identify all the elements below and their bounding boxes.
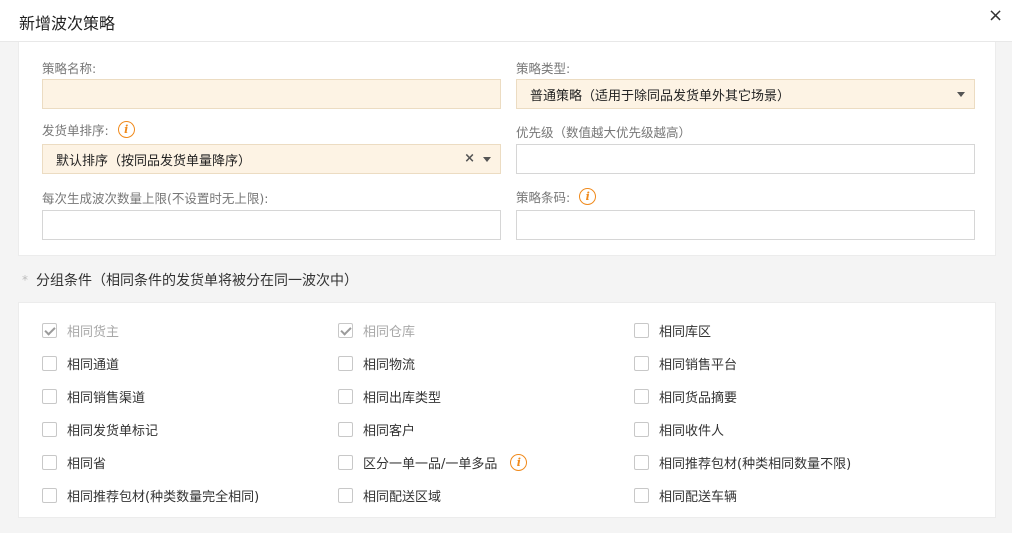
grouping-option-same-owner[interactable]: 相同货主	[42, 321, 119, 340]
required-bullet: *	[22, 273, 28, 287]
grouping-option-same-recipient[interactable]: 相同收件人	[634, 420, 724, 439]
checkbox[interactable]	[42, 488, 57, 503]
grouping-option-same-sales-platform[interactable]: 相同销售平台	[634, 354, 737, 373]
info-icon[interactable]: i	[510, 454, 528, 471]
checkbox[interactable]	[338, 422, 353, 437]
strategy-type-value: 普通策略（适用于除同品发货单外其它场景）	[530, 88, 791, 104]
dialog-header: 新增波次策略 ×	[0, 0, 1012, 42]
option-label: 相同货品摘要	[659, 391, 738, 406]
max-per-wave-label: 每次生成波次数量上限(不设置时无上限):	[42, 191, 269, 206]
grouping-option-same-order-tag[interactable]: 相同发货单标记	[42, 420, 158, 439]
grouping-option-same-packaging-exact[interactable]: 相同推荐包材(种类数量完全相同)	[42, 486, 259, 505]
strategy-name-label: 策略名称:	[42, 61, 97, 76]
grouping-option-same-province[interactable]: 相同省	[42, 453, 106, 472]
strategy-name-field[interactable]	[42, 79, 501, 109]
strategy-type-select[interactable]: 普通策略（适用于除同品发货单外其它场景）	[516, 79, 975, 109]
option-label: 相同配送车辆	[659, 490, 738, 505]
barcode-field[interactable]	[516, 210, 975, 240]
max-per-wave-input[interactable]	[56, 211, 500, 239]
chevron-down-icon[interactable]	[957, 92, 965, 97]
checkbox[interactable]	[634, 488, 649, 503]
grouping-option-single-multi-item[interactable]: 区分一单一品/一单多品 i	[338, 453, 528, 472]
strategy-type-label: 策略类型:	[516, 61, 571, 76]
checkbox[interactable]	[634, 356, 649, 371]
checkbox[interactable]	[42, 389, 57, 404]
barcode-label-text: 策略条码:	[516, 190, 571, 205]
info-icon[interactable]: i	[117, 121, 135, 138]
checkbox[interactable]	[338, 323, 353, 338]
option-label: 相同库区	[659, 325, 712, 340]
option-label: 相同销售渠道	[67, 391, 146, 406]
grouping-option-same-packaging-type[interactable]: 相同推荐包材(种类相同数量不限)	[634, 453, 851, 472]
order-sort-label: 发货单排序: i	[42, 120, 135, 139]
checkbox[interactable]	[634, 455, 649, 470]
checkbox[interactable]	[338, 488, 353, 503]
chevron-down-icon[interactable]	[483, 157, 491, 162]
grouping-option-same-delivery-vehicle[interactable]: 相同配送车辆	[634, 486, 737, 505]
clear-icon[interactable]: ×	[464, 151, 475, 166]
option-label: 相同仓库	[363, 325, 416, 340]
grouping-option-same-zone[interactable]: 相同库区	[634, 321, 711, 340]
checkbox[interactable]	[338, 455, 353, 470]
grouping-option-same-delivery-area[interactable]: 相同配送区域	[338, 486, 441, 505]
priority-label: 优先级（数值越大优先级越高）	[516, 125, 692, 140]
priority-field[interactable]	[516, 144, 975, 174]
grouping-option-same-logistics[interactable]: 相同物流	[338, 354, 415, 373]
grouping-option-same-outbound-type[interactable]: 相同出库类型	[338, 387, 441, 406]
option-label: 相同推荐包材(种类数量完全相同)	[67, 490, 260, 505]
checkbox[interactable]	[42, 455, 57, 470]
max-per-wave-field[interactable]	[42, 210, 501, 240]
close-icon[interactable]: ×	[988, 6, 1003, 26]
strategy-name-input[interactable]	[56, 80, 500, 108]
option-label: 相同物流	[363, 358, 416, 373]
priority-input[interactable]	[530, 145, 974, 173]
option-label: 相同配送区域	[363, 490, 442, 505]
option-label: 相同销售平台	[659, 358, 738, 373]
checkbox[interactable]	[338, 389, 353, 404]
checkbox[interactable]	[634, 323, 649, 338]
order-sort-value: 默认排序（按同品发货单量降序）	[56, 153, 252, 169]
barcode-label: 策略条码: i	[516, 187, 597, 206]
option-label: 相同发货单标记	[67, 424, 159, 439]
option-label: 相同货主	[67, 325, 120, 340]
option-label: 相同推荐包材(种类相同数量不限)	[659, 457, 852, 472]
option-label: 相同收件人	[659, 424, 725, 439]
barcode-input[interactable]	[530, 211, 974, 239]
grouping-title-text: 分组条件（相同条件的发货单将被分在同一波次中）	[36, 273, 358, 289]
order-sort-label-text: 发货单排序:	[42, 123, 109, 138]
grouping-option-same-aisle[interactable]: 相同通道	[42, 354, 119, 373]
checkbox[interactable]	[42, 422, 57, 437]
option-label: 相同出库类型	[363, 391, 442, 406]
strategy-form: 策略名称: 策略类型: 普通策略（适用于除同品发货单外其它场景） 发货单排序: …	[18, 42, 996, 256]
checkbox[interactable]	[42, 323, 57, 338]
order-sort-select[interactable]: 默认排序（按同品发货单量降序） ×	[42, 144, 501, 174]
option-label: 相同省	[67, 457, 107, 472]
option-label: 相同通道	[67, 358, 120, 373]
info-icon[interactable]: i	[579, 188, 597, 205]
checkbox[interactable]	[634, 389, 649, 404]
grouping-option-same-goods-summary[interactable]: 相同货品摘要	[634, 387, 737, 406]
grouping-option-same-warehouse[interactable]: 相同仓库	[338, 321, 415, 340]
grouping-option-same-customer[interactable]: 相同客户	[338, 420, 415, 439]
grouping-options: 相同货主 相同仓库 相同库区 相同通道 相同物流 相同销售平台 相同销售渠道 相…	[18, 302, 996, 518]
checkbox[interactable]	[42, 356, 57, 371]
grouping-section-title: * 分组条件（相同条件的发货单将被分在同一波次中）	[22, 270, 358, 290]
checkbox[interactable]	[338, 356, 353, 371]
checkbox[interactable]	[634, 422, 649, 437]
grouping-option-same-sales-channel[interactable]: 相同销售渠道	[42, 387, 145, 406]
option-label: 区分一单一品/一单多品	[363, 457, 498, 472]
dialog-title: 新增波次策略	[19, 14, 116, 33]
option-label: 相同客户	[363, 424, 416, 439]
